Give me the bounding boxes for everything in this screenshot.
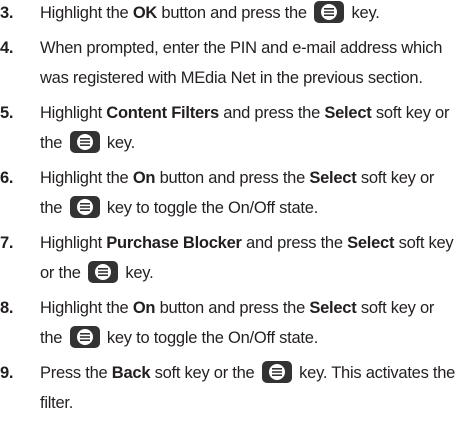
step-text: Highlight Purchase Blocker and press the… (40, 228, 470, 288)
ok-button-label: OK (132, 4, 158, 22)
bold-term: Select (324, 104, 372, 122)
bold-term: On (132, 169, 156, 187)
text-segment: soft key or (356, 169, 435, 187)
text-segment: key. (347, 4, 380, 22)
text-segment: and press the (241, 234, 348, 252)
text-segment: key to toggle the On/Off state. (102, 199, 319, 217)
text-segment: key. (121, 264, 154, 282)
envelope-key-icon (69, 195, 100, 218)
step-number: 6. (0, 169, 14, 187)
text-segment: soft key (394, 234, 454, 252)
text-segment: Highlight the (40, 4, 133, 22)
step-text: Press the Back soft key or the key. This… (40, 358, 470, 418)
text-segment: Highlight (40, 234, 107, 252)
text-segment: the (40, 329, 67, 347)
text-segment: or the (40, 264, 86, 282)
bold-term: Select (309, 299, 357, 317)
step-number: 7. (0, 234, 14, 252)
text-segment: button and press the (155, 299, 310, 317)
bold-term: Back (111, 364, 151, 382)
envelope-key-icon (88, 260, 119, 283)
text-segment: button and press the (157, 4, 312, 22)
step-text: Highlight Content Filters and press the … (40, 98, 470, 158)
instruction-steps: 3. Highlight the OK button and press the… (0, 0, 475, 425)
step-number: 4. (0, 39, 14, 57)
step-text: When prompted, enter the PIN and e-mail … (40, 33, 470, 93)
text-line: filter. (40, 394, 74, 412)
envelope-key-icon (314, 0, 345, 23)
text-segment: the (40, 134, 67, 152)
text-line: When prompted, enter the PIN and e-mail … (40, 39, 443, 57)
text-segment: soft key or (356, 299, 435, 317)
text-segment: key to toggle the On/Off state. (102, 329, 319, 347)
envelope-key-icon (261, 360, 292, 383)
bold-term: Purchase Blocker (106, 234, 242, 252)
text-segment: the (40, 199, 67, 217)
step-number: 8. (0, 299, 14, 317)
envelope-key-icon (69, 130, 100, 153)
text-segment: key. (102, 134, 135, 152)
text-segment: soft key or the (150, 364, 259, 382)
envelope-key-icon (69, 325, 100, 348)
step-text: Highlight the OK button and press the ke… (40, 0, 470, 28)
bold-term: Content Filters (106, 104, 219, 122)
text-segment: key. This activates the (294, 364, 456, 382)
text-segment: Highlight the (40, 169, 133, 187)
text-line: was registered with MEdia Net in the pre… (40, 69, 423, 87)
text-segment: Press the (40, 364, 112, 382)
text-segment: Highlight (40, 104, 107, 122)
bold-term: On (132, 299, 156, 317)
text-segment: soft key or (371, 104, 450, 122)
text-segment: and press the (218, 104, 325, 122)
step-number: 5. (0, 104, 14, 122)
step-number: 3. (0, 4, 14, 22)
step-text: Highlight the On button and press the Se… (40, 293, 470, 353)
text-segment: button and press the (155, 169, 310, 187)
step-number: 9. (0, 364, 14, 382)
bold-term: Select (347, 234, 395, 252)
bold-term: Select (309, 169, 357, 187)
text-segment: Highlight the (40, 299, 133, 317)
step-text: Highlight the On button and press the Se… (40, 163, 470, 223)
